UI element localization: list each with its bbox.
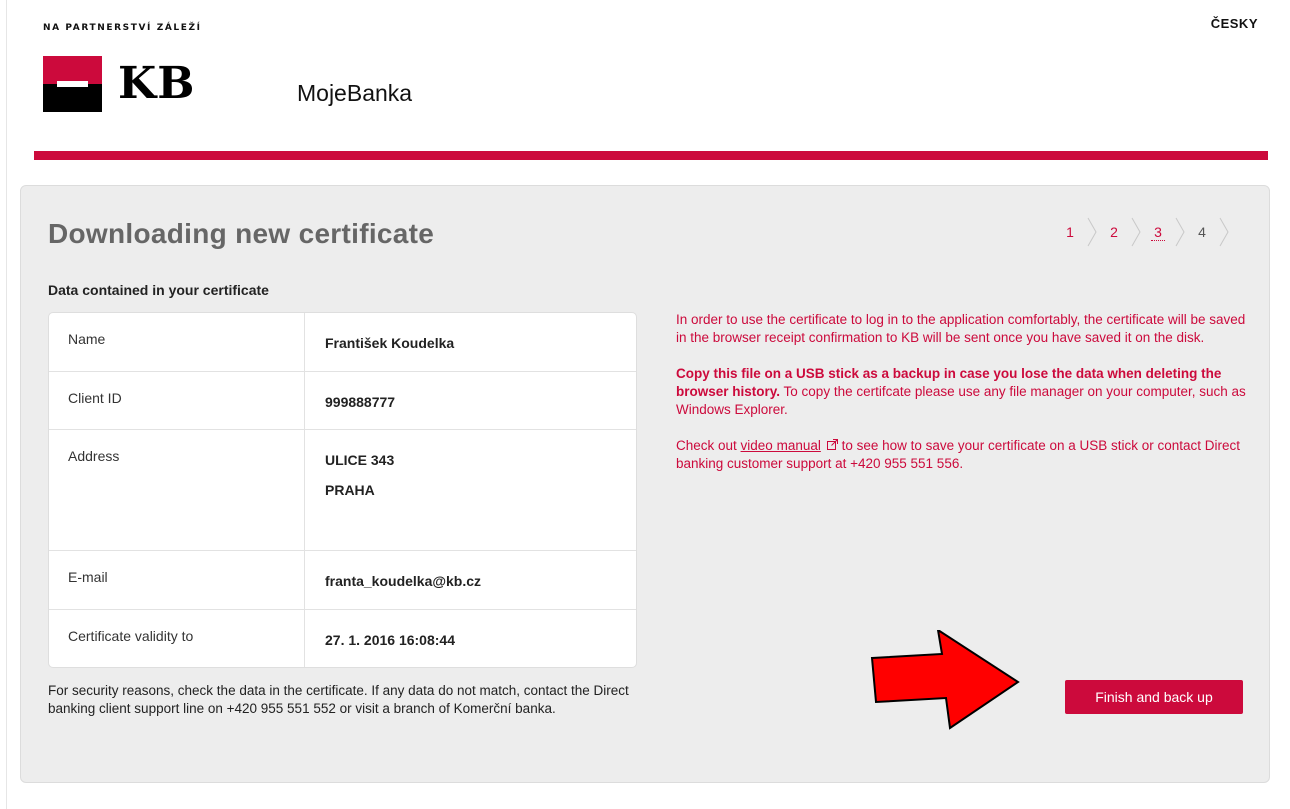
- page-title: Downloading new certificate: [48, 218, 435, 249]
- chevron-right-icon: [1131, 217, 1141, 247]
- language-switch-link[interactable]: ČESKY: [1211, 16, 1258, 31]
- certificate-section-label: Data contained in your certificate: [48, 282, 269, 298]
- address-line-2: PRAHA: [325, 482, 375, 498]
- red-arrow-icon: [870, 630, 1020, 730]
- chevron-right-icon: [1175, 217, 1185, 247]
- row-value: ULICE 343 PRAHA: [305, 430, 636, 550]
- wizard-steps: 1 2 3 4: [1063, 216, 1239, 248]
- wizard-panel: Downloading new certificate 1 2 3 4 Data…: [20, 185, 1270, 783]
- info-text: In order to use the certificate to log i…: [676, 311, 1246, 491]
- kb-logo-text: KB: [118, 58, 196, 109]
- step-number: 1: [1066, 224, 1074, 240]
- row-value: franta_koudelka@kb.cz: [325, 573, 482, 589]
- external-link-icon: [826, 437, 838, 455]
- address-line-1: ULICE 343: [325, 452, 395, 468]
- page-frame: [6, 0, 7, 809]
- wizard-step-1: 1: [1063, 217, 1107, 247]
- row-value: 999888777: [325, 394, 396, 410]
- table-row: Certificate validity to 27. 1. 2016 16:0…: [49, 609, 636, 667]
- kb-logo: KB: [43, 56, 195, 112]
- info-paragraph-3: Check out video manual to see how to sav…: [676, 437, 1246, 473]
- header-divider: [34, 151, 1268, 160]
- row-label: E-mail: [49, 551, 305, 609]
- row-label: Name: [49, 313, 305, 371]
- table-row: Name František Koudelka: [49, 313, 636, 371]
- chevron-right-icon: [1219, 217, 1229, 247]
- kb-logo-icon: [43, 56, 102, 112]
- row-label: Client ID: [49, 372, 305, 429]
- table-row: E-mail franta_koudelka@kb.cz: [49, 550, 636, 609]
- table-row: Client ID 999888777: [49, 371, 636, 429]
- chevron-right-icon: [1087, 217, 1097, 247]
- step-number: 4: [1198, 224, 1206, 240]
- wizard-step-2: 2: [1107, 217, 1151, 247]
- brand-tagline: NA PARTNERSTVÍ ZÁLEŽÍ: [43, 23, 202, 33]
- info-paragraph-2: Copy this file on a USB stick as a backu…: [676, 365, 1246, 419]
- check-out-text: Check out: [676, 438, 741, 453]
- row-label: Address: [49, 430, 305, 550]
- step-number: 2: [1110, 224, 1118, 240]
- video-manual-link[interactable]: video manual: [741, 438, 821, 453]
- certificate-data-table: Name František Koudelka Client ID 999888…: [48, 312, 637, 668]
- security-note: For security reasons, check the data in …: [48, 683, 629, 716]
- finish-and-back-up-button[interactable]: Finish and back up: [1065, 680, 1243, 714]
- step-number-current: 3: [1151, 224, 1165, 241]
- row-value: 27. 1. 2016 16:08:44: [325, 632, 455, 648]
- row-label: Certificate validity to: [49, 610, 305, 667]
- row-value: František Koudelka: [325, 335, 455, 351]
- table-row: Address ULICE 343 PRAHA: [49, 429, 636, 550]
- wizard-step-3: 3: [1151, 217, 1195, 247]
- app-name: MojeBanka: [297, 80, 413, 106]
- wizard-step-4: 4: [1195, 217, 1239, 247]
- info-paragraph-1: In order to use the certificate to log i…: [676, 312, 1246, 345]
